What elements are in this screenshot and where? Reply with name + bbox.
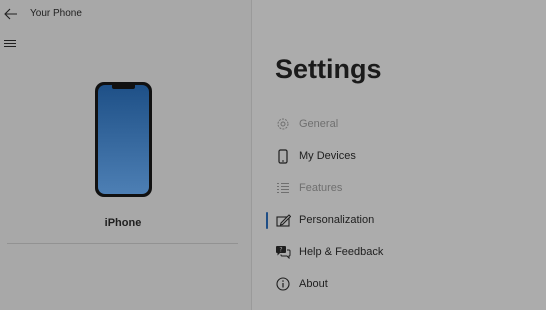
page-title: Settings [275, 54, 382, 84]
svg-text:?: ? [279, 247, 282, 254]
phone-icon [274, 147, 292, 165]
device-name: iPhone [104, 217, 142, 229]
list-icon [274, 179, 292, 197]
menu-item-help-feedback[interactable]: ? Help & Feedback [266, 237, 536, 267]
hamburger-line [4, 40, 16, 41]
menu-item-general[interactable]: General [266, 109, 536, 139]
menu-item-personalization[interactable]: Personalization [266, 205, 536, 235]
phone-illustration [94, 81, 153, 203]
gear-icon [274, 115, 292, 133]
back-arrow-icon [4, 8, 17, 20]
menu-item-label: Help & Feedback [299, 246, 384, 258]
hamburger-menu-button[interactable] [4, 40, 18, 52]
info-icon [274, 275, 292, 293]
hamburger-line [4, 46, 16, 47]
menu-item-about[interactable]: About [266, 269, 536, 299]
selected-indicator [266, 212, 268, 229]
back-button[interactable] [3, 6, 19, 22]
divider [7, 243, 238, 244]
menu-item-label: Personalization [299, 214, 375, 226]
left-pane: Your Phone iPhone [0, 0, 251, 310]
pen-tablet-icon [274, 211, 292, 229]
menu-item-label: My Devices [299, 150, 356, 162]
menu-item-label: General [299, 118, 339, 130]
app-title: Your Phone [30, 8, 82, 19]
menu-item-features[interactable]: Features [266, 173, 536, 203]
menu-item-label: About [299, 278, 328, 290]
menu-item-my-devices[interactable]: My Devices [266, 141, 536, 171]
chat-bubbles-icon: ? [274, 243, 292, 261]
menu-item-label: Features [299, 182, 343, 194]
hamburger-line [4, 43, 16, 44]
settings-pane: Settings General My Devices Features Per… [252, 0, 546, 310]
